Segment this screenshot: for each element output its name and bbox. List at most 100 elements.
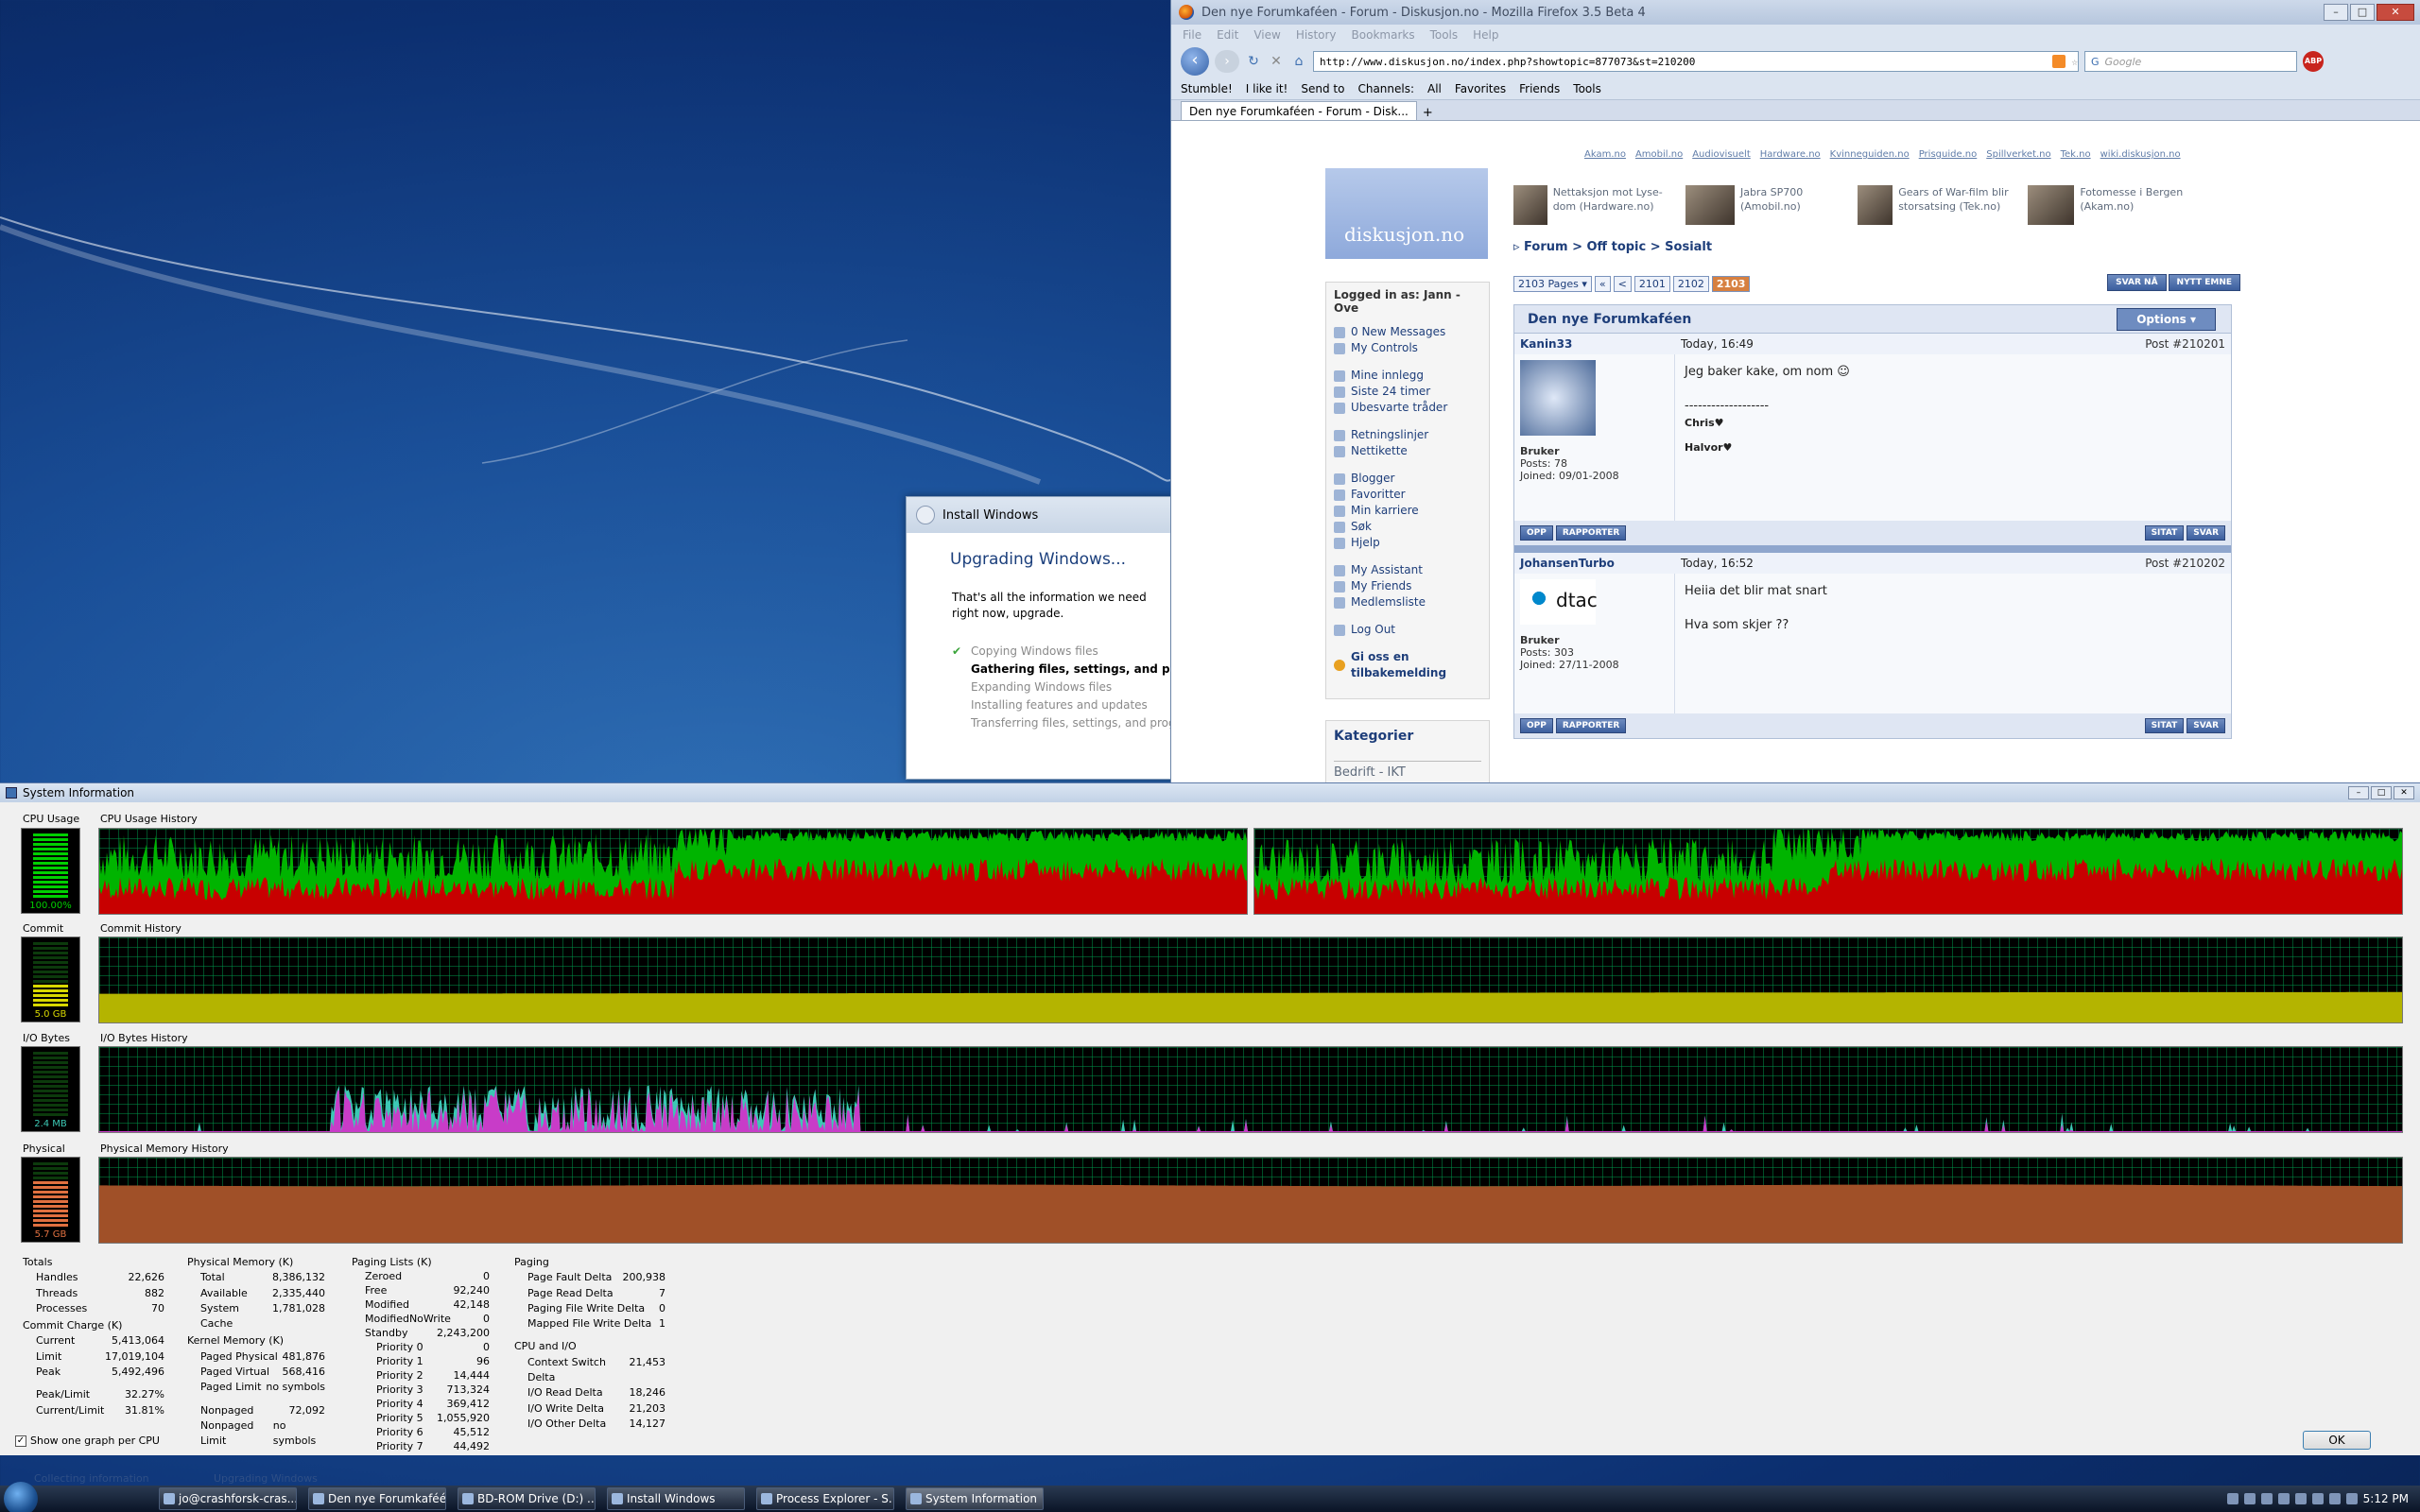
news-item[interactable]: Nettaksjon mot Lyse-dom (Hardware.no)	[1513, 185, 1674, 225]
sidebar-item-friends[interactable]: My Friends	[1334, 578, 1481, 594]
pages-dropdown[interactable]: 2103 Pages ▾	[1513, 276, 1592, 292]
link-amobil[interactable]: Amobil.no	[1635, 149, 1683, 160]
maximize-button[interactable]: □	[2350, 4, 2375, 21]
link-tek[interactable]: Tek.no	[2061, 149, 2091, 160]
quote-button[interactable]: SITAT	[2144, 718, 2185, 733]
sidebar-item-assistant[interactable]: My Assistant	[1334, 562, 1481, 578]
page-first[interactable]: «	[1594, 276, 1611, 292]
send-to-button[interactable]: Send to	[1301, 82, 1344, 95]
sidebar-item-career[interactable]: Min karriere	[1334, 503, 1481, 519]
sidebar-item-logout[interactable]: Log Out	[1334, 622, 1481, 638]
sidebar-item-my-posts[interactable]: Mine innlegg	[1334, 368, 1481, 384]
checkbox-checked-icon[interactable]: ✓	[15, 1435, 26, 1447]
taskbar-item-bdrom[interactable]: BD-ROM Drive (D:) ...	[458, 1487, 596, 1510]
tray-app-icon[interactable]	[2328, 1493, 2341, 1504]
menu-file[interactable]: File	[1183, 28, 1201, 42]
sidebar-item-guidelines[interactable]: Retningslinjer	[1334, 427, 1481, 443]
sidebar-item-netiquette[interactable]: Nettikette	[1334, 443, 1481, 459]
sidebar-item-help[interactable]: Hjelp	[1334, 535, 1481, 551]
reload-icon[interactable]: ↻	[1245, 53, 1262, 70]
sidebar-item-blogs[interactable]: Blogger	[1334, 471, 1481, 487]
forward-button[interactable]: ›	[1215, 50, 1239, 73]
taskbar-item-sysinfo[interactable]: System Information	[906, 1487, 1044, 1510]
post-author[interactable]: Kanin33	[1514, 337, 1681, 351]
volume-icon[interactable]	[2243, 1493, 2256, 1504]
link-wiki[interactable]: wiki.diskusjon.no	[2100, 149, 2181, 160]
tray-app-icon[interactable]	[2294, 1493, 2307, 1504]
show-per-cpu-checkbox[interactable]: ✓ Show one graph per CPU	[15, 1435, 160, 1447]
breadcrumb[interactable]: ▹ Forum > Off topic > Sosialt	[1513, 240, 1712, 254]
maximize-button[interactable]: □	[2371, 786, 2392, 799]
reply-post-button[interactable]: SVAR	[2187, 718, 2225, 733]
sidebar-item-search[interactable]: Søk	[1334, 519, 1481, 535]
like-button[interactable]: I like it!	[1246, 82, 1288, 95]
tray-app-icon[interactable]	[2345, 1493, 2358, 1504]
search-input[interactable]: G Google	[2084, 51, 2297, 72]
options-button[interactable]: Options ▾	[2117, 307, 2216, 331]
link-prisguide[interactable]: Prisguide.no	[1919, 149, 1978, 160]
news-item[interactable]: Jabra SP700 (Amobil.no)	[1685, 185, 1846, 225]
tools-button[interactable]: Tools	[1573, 82, 1601, 95]
minimize-button[interactable]: –	[2324, 4, 2348, 21]
close-button[interactable]: ✕	[2377, 4, 2414, 21]
news-item[interactable]: Fotomesse i Bergen (Akam.no)	[2028, 185, 2207, 225]
reply-post-button[interactable]: SVAR	[2187, 525, 2225, 541]
sidebar-item-controls[interactable]: My Controls	[1334, 340, 1481, 356]
link-kvinneguiden[interactable]: Kvinneguiden.no	[1830, 149, 1910, 160]
taskbar-item-terminal[interactable]: jo@crashforsk-cras...	[159, 1487, 297, 1510]
tray-app-icon[interactable]	[2260, 1493, 2273, 1504]
sidebar-item-favorites[interactable]: Favoritter	[1334, 487, 1481, 503]
post-number[interactable]: Post #210202	[2145, 557, 2231, 570]
tray-app-icon[interactable]	[2311, 1493, 2324, 1504]
link-spillverket[interactable]: Spillverket.no	[1986, 149, 2050, 160]
rss-icon[interactable]	[2052, 55, 2066, 68]
adblock-icon[interactable]: ABP	[2303, 51, 2324, 72]
menu-edit[interactable]: Edit	[1217, 28, 1238, 42]
firefox-title-bar[interactable]: Den nye Forumkaféen - Forum - Diskusjon.…	[1171, 0, 2420, 25]
up-button[interactable]: OPP	[1520, 718, 1553, 733]
sidebar-item-members[interactable]: Medlemsliste	[1334, 594, 1481, 610]
sidebar-item-unanswered[interactable]: Ubesvarte tråder	[1334, 400, 1481, 416]
stop-icon[interactable]: ✕	[1268, 53, 1285, 70]
report-button[interactable]: RAPPORTER	[1555, 525, 1627, 541]
friends-button[interactable]: Friends	[1519, 82, 1560, 95]
menu-help[interactable]: Help	[1473, 28, 1498, 42]
home-icon[interactable]: ⌂	[1290, 53, 1307, 70]
news-item[interactable]: Gears of War-film blir storsatsing (Tek.…	[1858, 185, 2028, 225]
taskbar-item-install[interactable]: Install Windows	[607, 1487, 745, 1510]
tray-app-icon[interactable]	[2277, 1493, 2290, 1504]
url-bar[interactable]: http://www.diskusjon.no/index.php?showto…	[1313, 51, 2079, 72]
link-hardware[interactable]: Hardware.no	[1760, 149, 1821, 160]
post-author[interactable]: JohansenTurbo	[1514, 557, 1681, 570]
category-link[interactable]: Bedrift - IKT	[1334, 761, 1481, 780]
all-button[interactable]: All	[1427, 82, 1442, 95]
ok-button[interactable]: OK	[2303, 1431, 2371, 1450]
page-link[interactable]: 2102	[1672, 276, 1709, 292]
site-logo[interactable]: diskusjon.no	[1325, 168, 1488, 259]
menu-tools[interactable]: Tools	[1430, 28, 1459, 42]
sidebar-item-feedback[interactable]: Gi oss en tilbakemelding	[1334, 649, 1481, 681]
taskbar-item-procexp[interactable]: Process Explorer - S...	[756, 1487, 894, 1510]
new-tab-button[interactable]: +	[1423, 106, 1433, 120]
stumble-button[interactable]: Stumble!	[1181, 82, 1233, 95]
network-icon[interactable]	[2226, 1493, 2238, 1504]
clock[interactable]: 5:12 PM	[2363, 1492, 2409, 1505]
menu-bookmarks[interactable]: Bookmarks	[1352, 28, 1415, 42]
taskbar-item-firefox[interactable]: Den nye Forumkaféé...	[308, 1487, 446, 1510]
new-topic-button[interactable]: NYTT EMNE	[2168, 274, 2240, 291]
favorites-button[interactable]: Favorites	[1455, 82, 1506, 95]
sysinfo-title-bar[interactable]: System Information – □ ✕	[0, 783, 2420, 802]
menu-view[interactable]: View	[1253, 28, 1280, 42]
star-icon[interactable]: ☆	[2071, 56, 2078, 68]
quote-button[interactable]: SITAT	[2144, 525, 2185, 541]
back-icon[interactable]	[916, 506, 935, 524]
tab-forum[interactable]: Den nye Forumkaféen - Forum - Disk...	[1181, 101, 1417, 120]
sidebar-item-last-24h[interactable]: Siste 24 timer	[1334, 384, 1481, 400]
up-button[interactable]: OPP	[1520, 525, 1553, 541]
page-link[interactable]: 2101	[1634, 276, 1670, 292]
menu-history[interactable]: History	[1296, 28, 1337, 42]
close-button[interactable]: ✕	[2394, 786, 2414, 799]
link-audiovisuelt[interactable]: Audiovisuelt	[1692, 149, 1751, 160]
sidebar-item-messages[interactable]: 0 New Messages	[1334, 324, 1481, 340]
post-number[interactable]: Post #210201	[2145, 337, 2231, 351]
